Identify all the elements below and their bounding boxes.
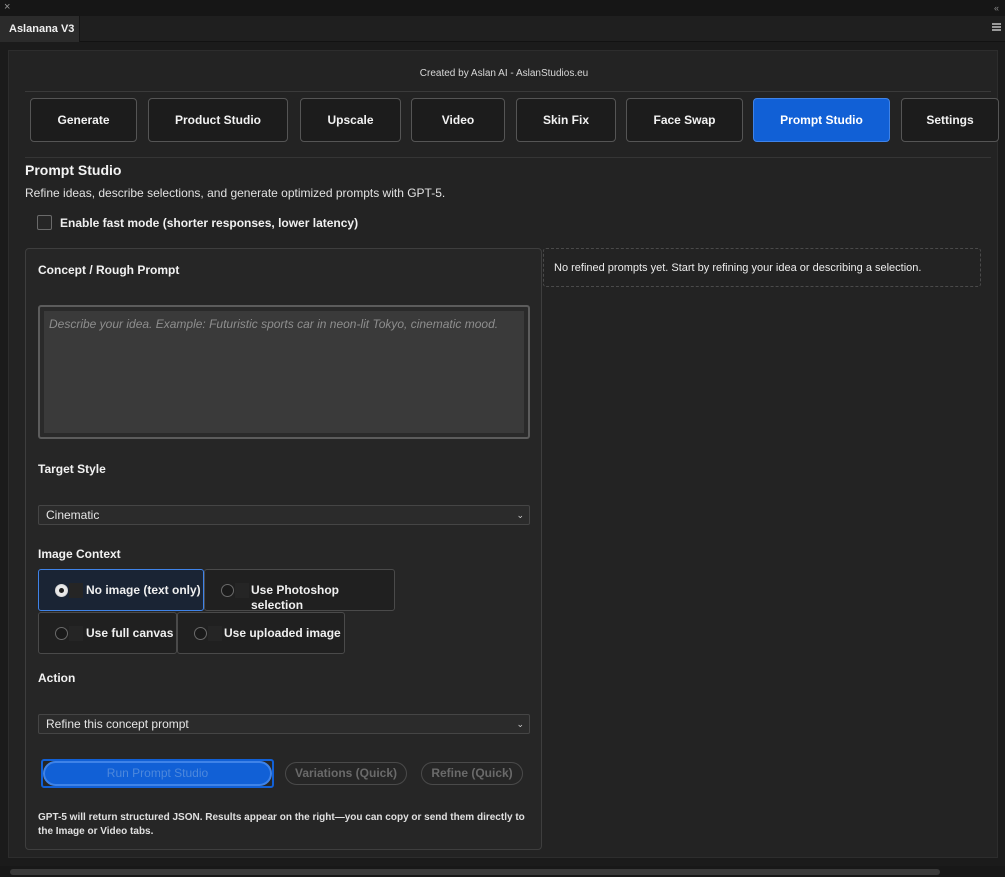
divider	[25, 157, 991, 158]
collapse-icon[interactable]: «	[994, 4, 999, 13]
tab-generate[interactable]: Generate	[30, 98, 137, 142]
concept-textarea-frame	[38, 305, 530, 439]
radio-icon	[55, 627, 68, 640]
fast-mode-label[interactable]: Enable fast mode (shorter responses, low…	[60, 216, 358, 230]
context-option-no-image[interactable]: No image (text only)	[38, 569, 204, 611]
context-option-full-canvas[interactable]: Use full canvas	[38, 612, 177, 654]
context-option-ps-selection[interactable]: Use Photoshop selection	[204, 569, 395, 612]
run-prompt-studio-button[interactable]: Run Prompt Studio	[43, 761, 272, 786]
page-description: Refine ideas, describe selections, and g…	[25, 186, 446, 200]
action-value: Refine this concept prompt	[46, 717, 189, 731]
tab-product-studio[interactable]: Product Studio	[148, 98, 288, 142]
image-context-label: Image Context	[38, 547, 121, 561]
context-option-label: No image (text only)	[86, 583, 201, 597]
tab-upscale[interactable]: Upscale	[300, 98, 401, 142]
panel-tab-bar: Aslanana V3	[0, 16, 1005, 42]
horizontal-scrollbar[interactable]	[0, 866, 1005, 877]
action-select[interactable]: Refine this concept prompt ⌄	[38, 714, 530, 734]
radio-icon	[194, 627, 207, 640]
empty-results-message: No refined prompts yet. Start by refinin…	[554, 262, 922, 274]
radio-selected-icon	[55, 584, 68, 597]
context-option-label: Use full canvas	[86, 626, 174, 640]
action-label: Action	[38, 671, 76, 685]
chevron-down-icon: ⌄	[516, 510, 524, 520]
results-panel: No refined prompts yet. Start by refinin…	[543, 248, 981, 287]
tab-face-swap[interactable]: Face Swap	[626, 98, 743, 142]
close-icon[interactable]: ×	[4, 2, 10, 13]
tab-settings[interactable]: Settings	[901, 98, 999, 142]
title-strip: × «	[0, 0, 1005, 16]
radio-swatch	[208, 626, 222, 641]
target-style-value: Cinematic	[46, 508, 100, 522]
tab-prompt-studio[interactable]: Prompt Studio	[753, 98, 890, 142]
scrollbar-thumb[interactable]	[10, 869, 940, 875]
panel-tab-aslanana[interactable]: Aslanana V3	[0, 16, 80, 42]
context-option-uploaded-image[interactable]: Use uploaded image	[177, 612, 345, 654]
tab-skin-fix[interactable]: Skin Fix	[516, 98, 616, 142]
divider	[25, 91, 991, 92]
page-title: Prompt Studio	[25, 162, 122, 178]
concept-label: Concept / Rough Prompt	[38, 263, 180, 277]
context-option-label: Use uploaded image	[224, 626, 341, 640]
concept-textarea[interactable]	[44, 311, 524, 433]
footnote: GPT-5 will return structured JSON. Resul…	[38, 812, 525, 837]
chevron-down-icon: ⌄	[516, 719, 524, 729]
target-style-label: Target Style	[38, 462, 106, 476]
radio-swatch	[69, 626, 83, 641]
menu-icon[interactable]	[992, 23, 1001, 31]
target-style-select[interactable]: Cinematic ⌄	[38, 505, 530, 525]
radio-swatch	[235, 583, 249, 598]
tab-video[interactable]: Video	[411, 98, 505, 142]
prompt-form-card: Concept / Rough Prompt Target Style Cine…	[25, 248, 542, 850]
plugin-panel: Created by Aslan AI - AslanStudios.eu Ge…	[8, 50, 999, 858]
context-option-label: Use Photoshop selection	[251, 583, 340, 612]
refine-quick-button[interactable]: Refine (Quick)	[421, 762, 523, 785]
credit-text: Created by Aslan AI - AslanStudios.eu	[419, 68, 589, 79]
fast-mode-checkbox[interactable]	[37, 215, 52, 230]
radio-swatch	[69, 583, 83, 598]
radio-icon	[221, 584, 234, 597]
variations-quick-button[interactable]: Variations (Quick)	[285, 762, 407, 785]
